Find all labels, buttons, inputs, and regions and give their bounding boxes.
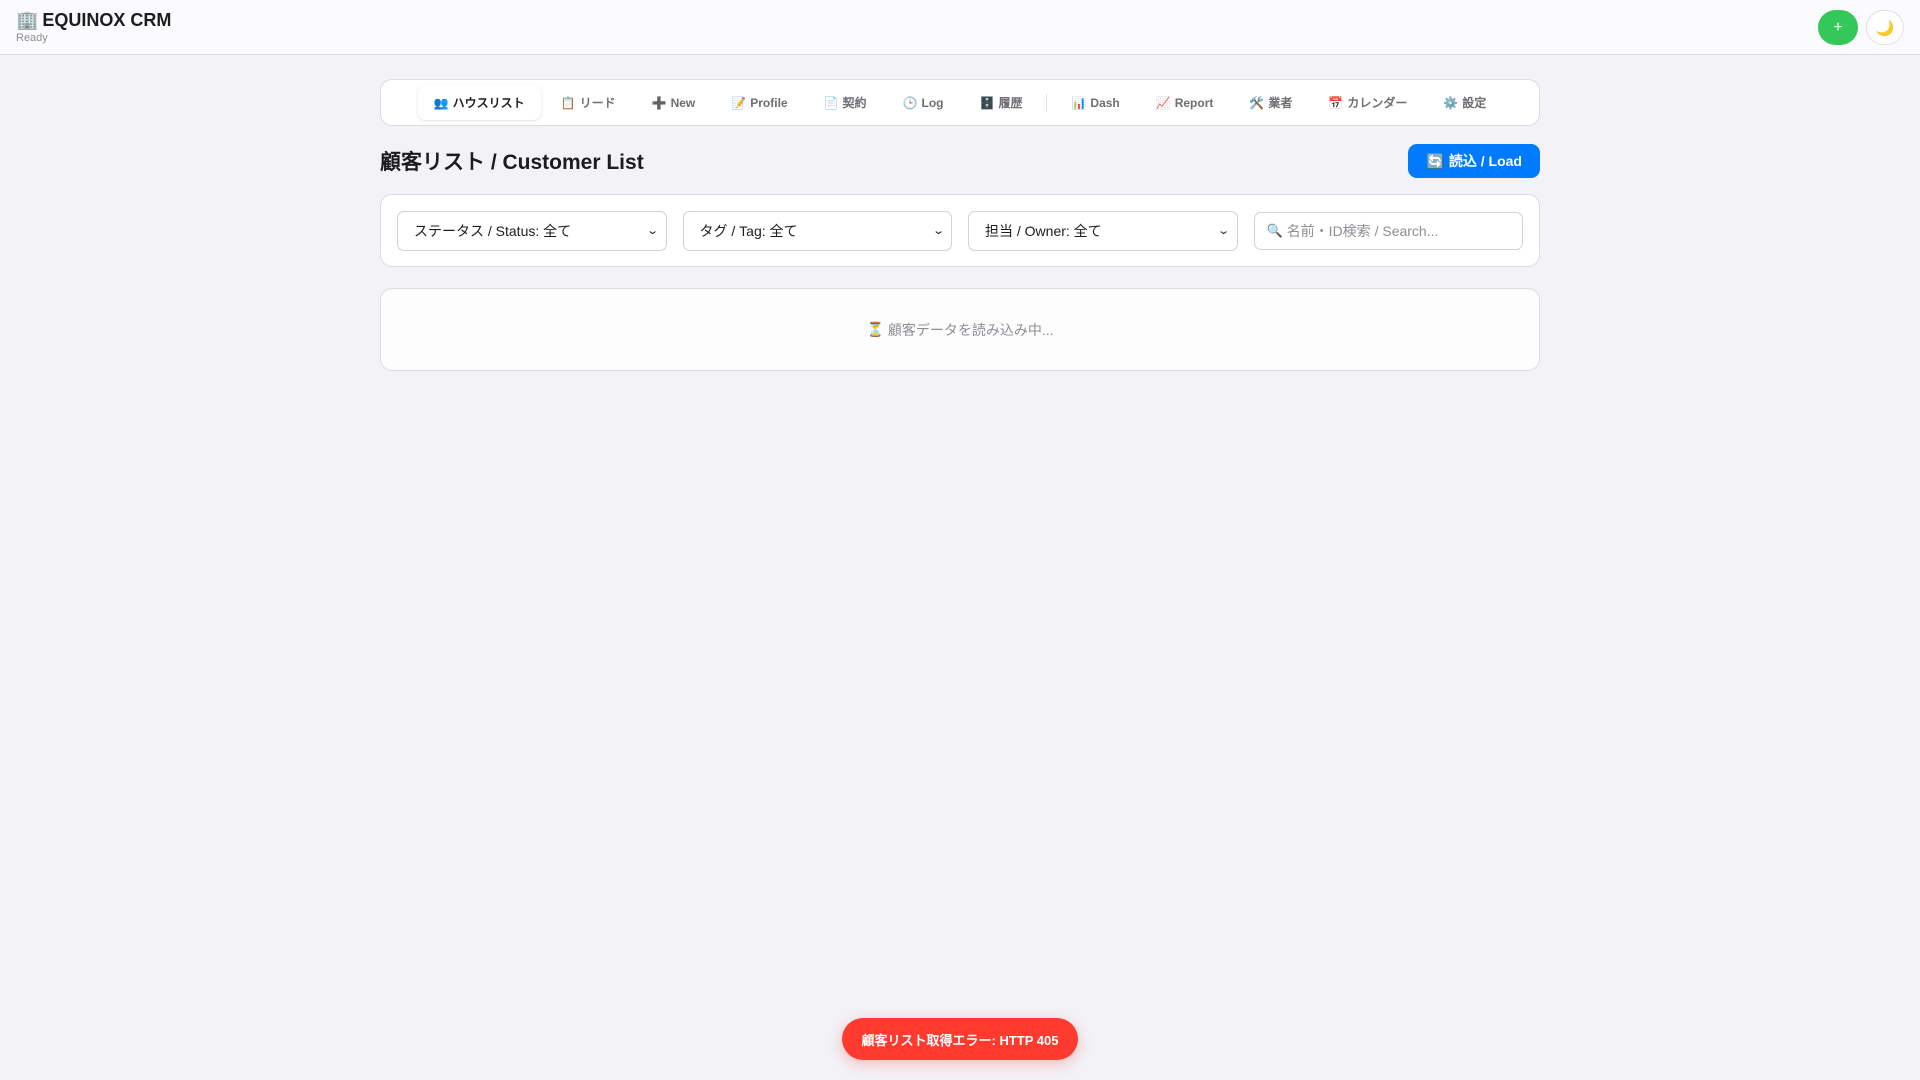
- page-title: 顧客リスト / Customer List: [380, 151, 644, 174]
- clipboard-icon: 📋: [560, 95, 576, 110]
- trend-chart-icon: 📈: [1155, 95, 1171, 110]
- tab-history[interactable]: 🗄️ 履歴: [964, 85, 1039, 120]
- hourglass-icon: ⏳: [866, 321, 884, 337]
- chevron-down-icon: ⌄: [931, 225, 945, 237]
- top-actions: + 🌙: [1818, 10, 1904, 45]
- tab-new[interactable]: ➕ New: [636, 87, 712, 119]
- file-cabinet-icon: 🗄️: [979, 95, 995, 110]
- chevron-down-icon: ⌄: [646, 225, 660, 237]
- tab-label: リード: [579, 96, 616, 110]
- tab-label: New: [670, 95, 696, 110]
- bar-chart-icon: 📊: [1071, 95, 1087, 110]
- error-toast[interactable]: 顧客リスト取得エラー: HTTP 405: [842, 1018, 1078, 1060]
- tab-calendar[interactable]: 📅 カレンダー: [1312, 85, 1423, 120]
- brand: 🏢 EQUINOX CRM Ready: [16, 10, 171, 44]
- owner-filter-value: 担当 / Owner: 全て: [985, 222, 1102, 239]
- owner-filter-select[interactable]: 担当 / Owner: 全て ⌄: [968, 210, 1238, 251]
- tag-filter-value: タグ / Tag: 全て: [699, 222, 798, 239]
- memo-icon: 📝: [731, 95, 747, 110]
- tab-label: Log: [921, 95, 944, 110]
- tab-divider: [1046, 93, 1048, 112]
- app-title-text: EQUINOX CRM: [42, 10, 172, 30]
- tab-label: カレンダー: [1347, 96, 1408, 110]
- clock-icon: 🕒: [902, 95, 918, 110]
- status-filter-select[interactable]: ステータス / Status: 全て ⌄: [397, 210, 667, 251]
- tab-label: 業者: [1268, 96, 1293, 110]
- tab-contract[interactable]: 📄 契約: [808, 85, 883, 120]
- load-button-label: 読込 / Load: [1448, 153, 1522, 169]
- tab-label: Report: [1174, 95, 1214, 110]
- search-icon: 🔍: [1266, 222, 1283, 238]
- tools-icon: 🛠️: [1249, 95, 1265, 110]
- building-icon: 🏢: [16, 10, 39, 30]
- tab-report[interactable]: 📈 Report: [1140, 87, 1230, 119]
- customer-list-panel: ⏳ 顧客データを読み込み中...: [380, 288, 1540, 371]
- tab-label: Dash: [1090, 95, 1120, 110]
- add-button[interactable]: +: [1818, 10, 1858, 45]
- filter-panel: ステータス / Status: 全て ⌄ タグ / Tag: 全て ⌄ 担当 /…: [380, 194, 1540, 267]
- theme-toggle-button[interactable]: 🌙: [1866, 10, 1904, 45]
- tab-label: Profile: [750, 95, 788, 110]
- tab-label: 設定: [1462, 96, 1487, 110]
- tab-profile[interactable]: 📝 Profile: [715, 87, 803, 119]
- search-box[interactable]: 🔍: [1253, 211, 1523, 250]
- connection-status: Ready: [16, 32, 48, 44]
- page-header: 顧客リスト / Customer List 🔄 読込 / Load: [380, 144, 1540, 178]
- tab-house-list[interactable]: 👥 ハウスリスト: [417, 85, 541, 120]
- tab-label: ハウスリスト: [452, 96, 525, 110]
- document-icon: 📄: [823, 95, 839, 110]
- tab-bar: 👥 ハウスリスト 📋 リード ➕ New 📝 Profile 📄 契約 🕒 Lo…: [380, 79, 1540, 126]
- refresh-icon: 🔄: [1426, 152, 1444, 169]
- tab-settings[interactable]: ⚙️ 設定: [1427, 85, 1502, 120]
- tab-label: 契約: [842, 96, 867, 110]
- gear-icon: ⚙️: [1443, 95, 1459, 110]
- tab-log[interactable]: 🕒 Log: [887, 87, 960, 119]
- load-button[interactable]: 🔄 読込 / Load: [1408, 144, 1540, 178]
- moon-icon: 🌙: [1875, 19, 1895, 37]
- tag-filter-select[interactable]: タグ / Tag: 全て ⌄: [682, 210, 952, 251]
- top-bar: 🏢 EQUINOX CRM Ready + 🌙: [0, 0, 1920, 55]
- calendar-icon: 📅: [1328, 95, 1344, 110]
- main-container: 👥 ハウスリスト 📋 リード ➕ New 📝 Profile 📄 契約 🕒 Lo…: [380, 79, 1540, 371]
- tab-dash[interactable]: 📊 Dash: [1055, 87, 1135, 119]
- people-icon: 👥: [433, 95, 449, 110]
- loading-message: 顧客データを読み込み中...: [887, 321, 1054, 338]
- search-input[interactable]: [1286, 222, 1510, 239]
- status-filter-value: ステータス / Status: 全て: [414, 222, 572, 239]
- chevron-down-icon: ⌄: [1217, 225, 1231, 237]
- tab-leads[interactable]: 📋 リード: [545, 85, 632, 120]
- plus-icon: ➕: [651, 95, 667, 110]
- tab-label: 履歴: [998, 96, 1023, 110]
- tab-vendors[interactable]: 🛠️ 業者: [1233, 85, 1308, 120]
- app-title: 🏢 EQUINOX CRM: [16, 10, 171, 31]
